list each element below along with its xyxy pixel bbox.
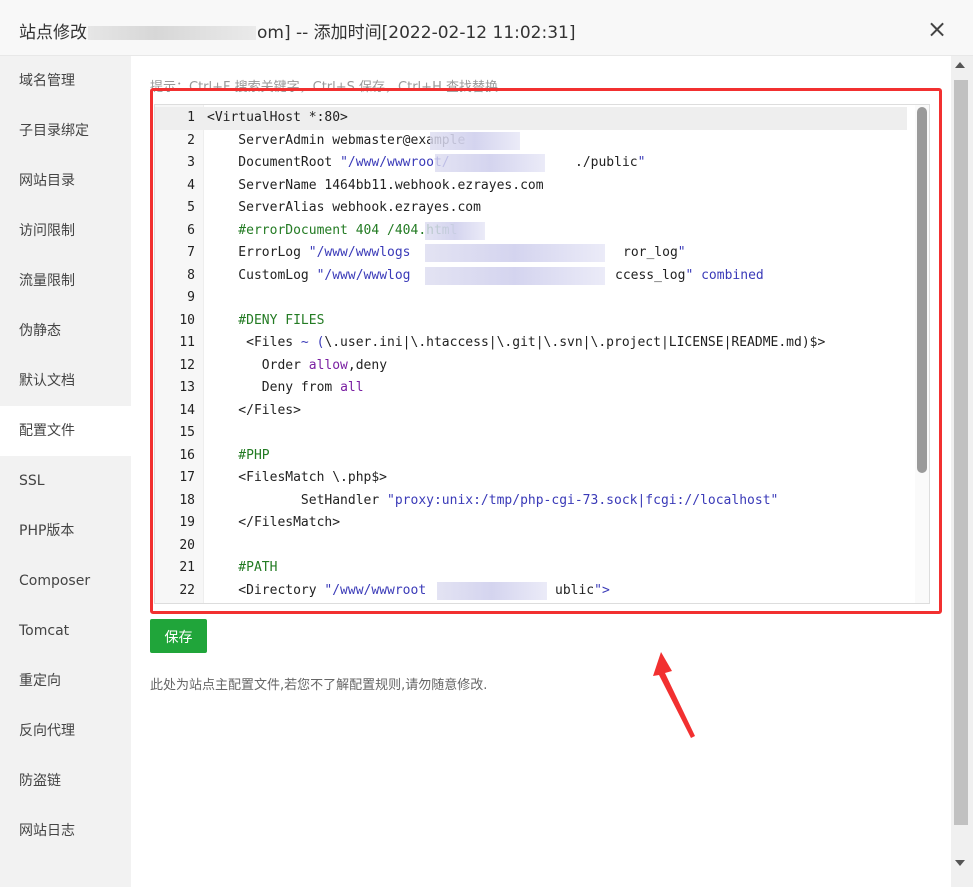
sidebar-item-access-limit[interactable]: 访问限制: [0, 206, 131, 256]
dialog-title-prefix: 站点修改: [19, 23, 87, 43]
annotation-highlight-box: [150, 88, 942, 614]
config-note: 此处为站点主配置文件,若您不了解配置规则,请勿随意修改.: [150, 678, 488, 693]
sidebar-item-ssl[interactable]: SSL: [0, 456, 131, 506]
scroll-down-icon[interactable]: [955, 860, 965, 866]
sidebar-item-site-dir[interactable]: 网站目录: [0, 156, 131, 206]
scroll-up-icon[interactable]: [955, 62, 965, 68]
sidebar-item-rewrite[interactable]: 伪静态: [0, 306, 131, 356]
close-icon[interactable]: ×: [924, 16, 950, 42]
save-button[interactable]: 保存: [150, 619, 207, 653]
annotation-arrow: [653, 652, 695, 738]
sidebar-item-composer[interactable]: Composer: [0, 556, 131, 606]
sidebar-item-domain[interactable]: 域名管理: [0, 56, 131, 106]
sidebar-item-hotlink[interactable]: 防盗链: [0, 756, 131, 806]
main-panel: 提示：Ctrl+F 搜索关键字，Ctrl+S 保存，Ctrl+H 查找替换 1 <…: [131, 56, 951, 887]
dialog-title-suffix: om] -- 添加时间[2022-02-12 11:02:31]: [257, 23, 576, 43]
sidebar-item-subdir[interactable]: 子目录绑定: [0, 106, 131, 156]
sidebar-item-tomcat[interactable]: Tomcat: [0, 606, 131, 656]
sidebar-item-php-version[interactable]: PHP版本: [0, 506, 131, 556]
dialog-title: 站点修改 om] -- 添加时间[2022-02-12 11:02:31]: [19, 18, 575, 43]
sidebar-item-default-doc[interactable]: 默认文档: [0, 356, 131, 406]
sidebar: 域名管理 子目录绑定 网站目录 访问限制 流量限制 伪静态 默认文档 配置文件 …: [0, 56, 131, 887]
sidebar-item-reverse-proxy[interactable]: 反向代理: [0, 706, 131, 756]
dialog-titlebar: 站点修改 om] -- 添加时间[2022-02-12 11:02:31] ×: [0, 0, 973, 56]
sidebar-item-site-log[interactable]: 网站日志: [0, 806, 131, 856]
sidebar-item-traffic-limit[interactable]: 流量限制: [0, 256, 131, 306]
redacted-domain: [88, 26, 256, 40]
sidebar-item-config-file[interactable]: 配置文件: [0, 406, 131, 456]
dialog-scrollbar-thumb[interactable]: [954, 80, 968, 825]
sidebar-item-redirect[interactable]: 重定向: [0, 656, 131, 706]
